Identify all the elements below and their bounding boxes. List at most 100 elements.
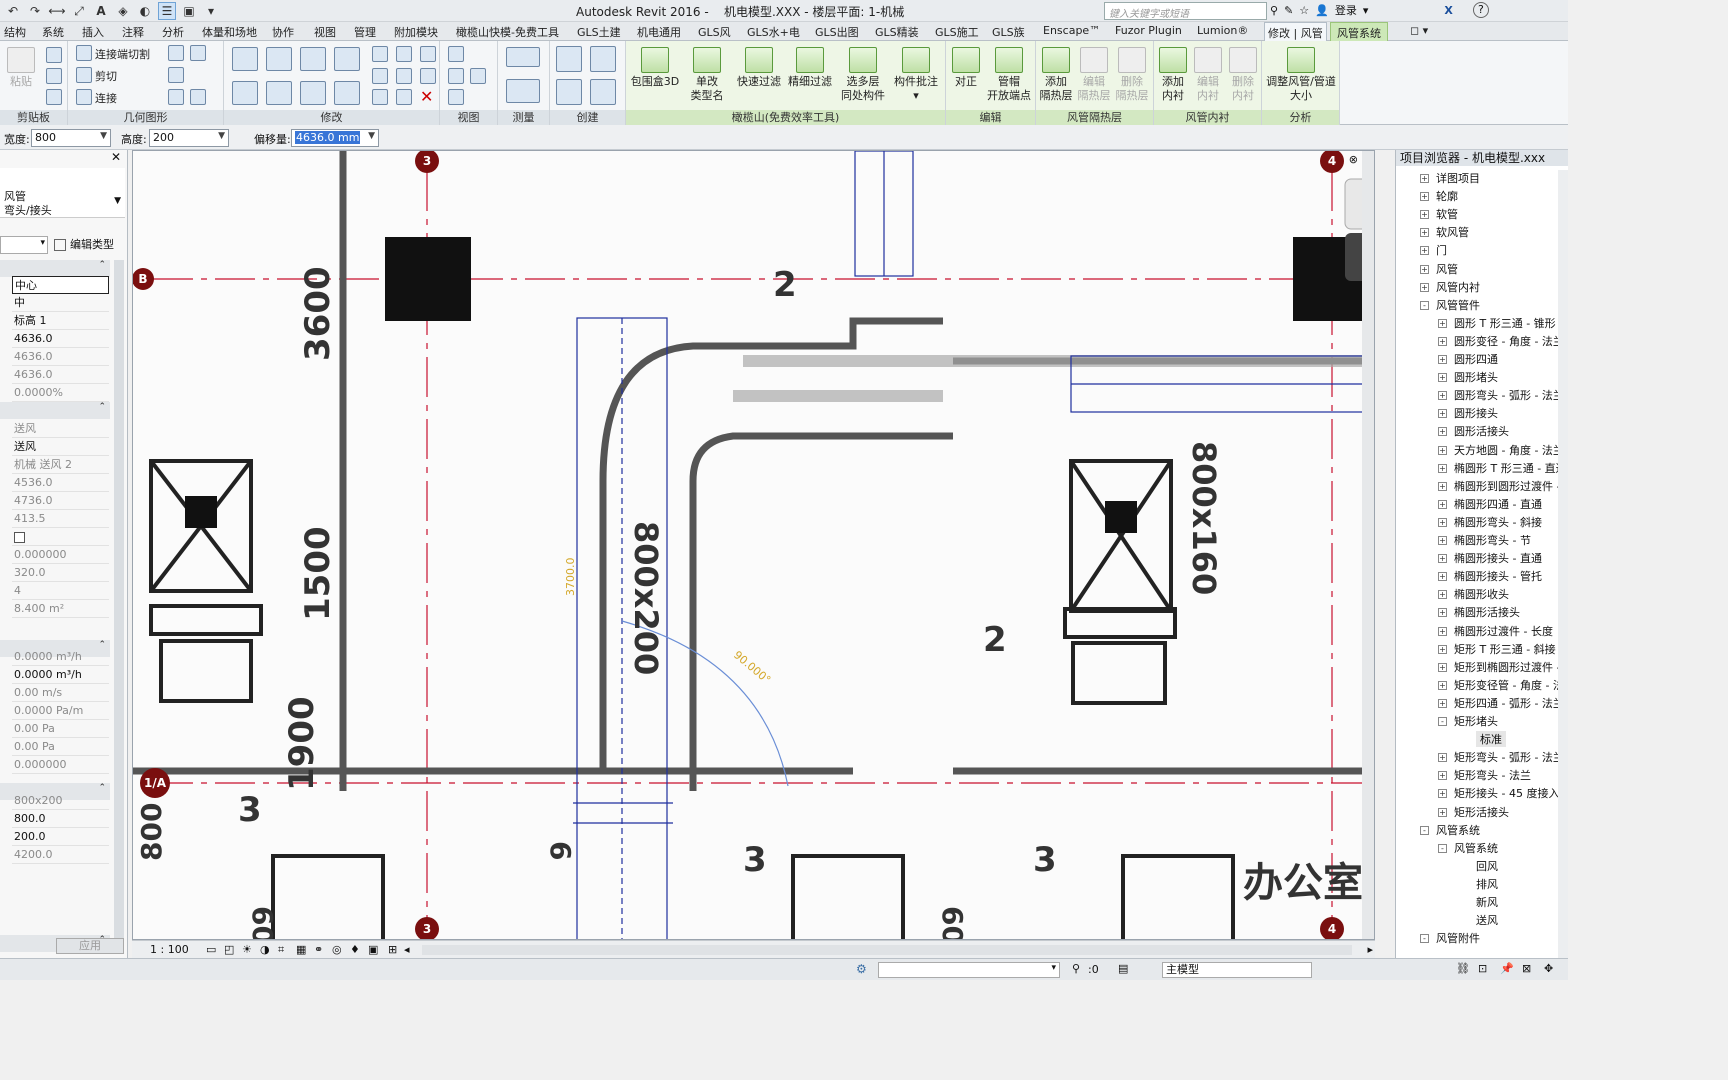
workset-combo[interactable]: ▾ xyxy=(878,962,1060,978)
select-links-icon[interactable]: ⛓ xyxy=(1456,962,1470,975)
browser-item[interactable]: 矩形活接头 xyxy=(1454,804,1509,820)
binoculars-icon[interactable]: ⚲ xyxy=(1270,4,1278,17)
expand-icon[interactable]: + xyxy=(1438,517,1447,527)
3d-view-icon[interactable]: ◈ xyxy=(114,2,132,20)
tab-0[interactable]: 结构 xyxy=(4,24,26,40)
expand-icon[interactable]: + xyxy=(1438,427,1447,437)
shadows-icon[interactable]: ◑ xyxy=(260,943,270,956)
property-value[interactable]: 0.0000 m³/h xyxy=(12,648,109,666)
add-lining-button[interactable]: 添加 内衬 xyxy=(1156,47,1190,103)
tab-8[interactable]: 管理 xyxy=(354,24,376,40)
instance-filter-combo[interactable]: ▾ xyxy=(0,236,48,254)
browser-item[interactable]: 椭圆形活接头 xyxy=(1454,604,1520,620)
drawing-area[interactable]: 3 4 B 1/A 3 4 3600 1500 1900 800 800x200… xyxy=(132,150,1375,940)
temporary-hide-icon[interactable]: ⚭ xyxy=(314,943,323,956)
highlight-displacement-icon[interactable]: ⊞ xyxy=(388,943,397,956)
browser-item[interactable]: 详图项目 xyxy=(1436,170,1480,186)
show-crop-icon[interactable]: ▦ xyxy=(296,943,306,956)
select-by-face-icon[interactable]: ⊠ xyxy=(1522,962,1531,975)
visual-style-icon[interactable]: ◰ xyxy=(224,943,234,956)
move-icon[interactable] xyxy=(232,81,258,105)
property-checkbox[interactable] xyxy=(12,528,109,546)
browser-item[interactable]: 新风 xyxy=(1476,894,1498,910)
tab-14[interactable]: GLS水+电 xyxy=(747,24,800,40)
view-scale[interactable]: 1 : 100 xyxy=(150,943,189,956)
expand-icon[interactable]: + xyxy=(1420,246,1429,256)
browser-item[interactable]: 轮廓 xyxy=(1436,188,1458,204)
tab-2[interactable]: 插入 xyxy=(82,24,104,40)
scale-icon[interactable] xyxy=(396,68,412,84)
collapse-icon[interactable]: - xyxy=(1420,300,1429,310)
expand-icon[interactable]: + xyxy=(1438,391,1447,401)
property-value[interactable]: 4200.0 xyxy=(12,846,109,864)
lightbulb-icon[interactable] xyxy=(448,46,464,62)
search-input[interactable]: 键入关键字或短语 xyxy=(1104,2,1267,20)
copy-icon[interactable] xyxy=(46,68,62,84)
property-value[interactable]: 800x200 xyxy=(12,792,109,810)
browser-item[interactable]: 椭圆形弯头 - 斜接 xyxy=(1454,514,1542,530)
tab-7[interactable]: 视图 xyxy=(314,24,336,40)
split-icon[interactable] xyxy=(372,46,388,62)
property-value[interactable]: 4 xyxy=(12,582,109,600)
property-value[interactable]: 0.00 m/s xyxy=(12,684,109,702)
browser-item[interactable]: 风管附件 xyxy=(1436,930,1480,946)
expand-icon[interactable]: + xyxy=(1438,373,1447,383)
create-similar-icon[interactable] xyxy=(590,79,616,105)
expand-icon[interactable]: + xyxy=(1438,662,1447,672)
tab-12[interactable]: 机电通用 xyxy=(637,24,681,40)
property-value[interactable]: 0.0000 m³/h xyxy=(12,666,109,684)
expand-icon[interactable]: + xyxy=(1420,228,1429,238)
expand-icon[interactable]: + xyxy=(1420,282,1429,292)
property-value[interactable]: 送风 xyxy=(12,420,109,438)
paint-icon[interactable] xyxy=(168,67,184,83)
cap-open-ends-button[interactable]: 管帽 开放端点 xyxy=(984,47,1034,103)
select-pinned-icon[interactable]: 📌 xyxy=(1500,962,1514,975)
expand-icon[interactable]: + xyxy=(1438,608,1447,618)
copy-element-icon[interactable] xyxy=(266,81,292,105)
property-value[interactable]: 200.0 xyxy=(12,828,109,846)
expand-icon[interactable]: + xyxy=(1438,318,1447,328)
extend-icon[interactable] xyxy=(396,89,412,105)
expand-icon[interactable]: + xyxy=(1438,753,1447,763)
thin-lines-icon[interactable]: ☰ xyxy=(158,2,176,20)
text-icon[interactable]: A xyxy=(92,2,110,20)
tab-5[interactable]: 体量和场地 xyxy=(202,24,257,40)
browser-item[interactable]: 风管内衬 xyxy=(1436,279,1480,295)
wall-joins-icon[interactable] xyxy=(168,45,184,61)
star-icon[interactable]: ☆ xyxy=(1299,4,1309,17)
login-button[interactable]: 登录 xyxy=(1335,2,1357,18)
join-cut-button[interactable]: 连接端切割 xyxy=(95,46,150,62)
browser-item[interactable]: 圆形弯头 - 弧形 - 法兰 xyxy=(1454,387,1564,403)
close-view-icon[interactable]: ⊗ xyxy=(1349,153,1358,166)
tab-11[interactable]: GLS土建 xyxy=(577,24,621,40)
browser-item[interactable]: 矩形弯头 - 弧形 - 法兰 xyxy=(1454,749,1564,765)
browser-item[interactable]: 软风管 xyxy=(1436,224,1469,240)
property-value[interactable]: 0.0000 Pa/m xyxy=(12,702,109,720)
expand-icon[interactable]: + xyxy=(1438,355,1447,364)
mirror-axis-icon[interactable] xyxy=(300,47,326,71)
browser-item[interactable]: 椭圆形到圆形过渡件 - xyxy=(1454,478,1560,494)
property-value[interactable]: 4636.0 xyxy=(12,348,109,366)
expand-icon[interactable]: + xyxy=(1438,536,1447,545)
type-selector[interactable]: 风管 弯头/接头 ▼ xyxy=(0,168,125,218)
property-value[interactable]: 800.0 xyxy=(12,810,109,828)
join-button[interactable]: 连接 xyxy=(95,90,117,106)
tab-4[interactable]: 分析 xyxy=(162,24,184,40)
worksets-icon[interactable]: ⚙ xyxy=(856,962,867,976)
collapse-icon[interactable]: - xyxy=(1420,934,1429,944)
browser-item[interactable]: 排风 xyxy=(1476,876,1498,892)
cut-icon[interactable] xyxy=(46,47,62,63)
expand-icon[interactable]: + xyxy=(1438,590,1447,600)
browser-item[interactable]: 圆形四通 xyxy=(1454,351,1498,367)
expand-icon[interactable]: + xyxy=(1438,445,1447,455)
expand-icon[interactable]: + xyxy=(1438,807,1447,817)
property-value[interactable]: 中 xyxy=(12,294,109,312)
communication-icon[interactable]: ✎ xyxy=(1284,4,1293,17)
property-value[interactable]: 机械 送风 2 xyxy=(12,456,109,474)
width-combo[interactable]: 800 ▼ xyxy=(31,129,111,147)
switch-windows-icon[interactable]: ▣ xyxy=(180,2,198,20)
delete-icon[interactable]: ✕ xyxy=(420,87,433,106)
browser-item[interactable]: 椭圆形四通 - 直通 xyxy=(1454,496,1542,512)
tab-13[interactable]: GLS风 xyxy=(698,24,731,40)
browser-item[interactable]: 软管 xyxy=(1436,206,1458,222)
